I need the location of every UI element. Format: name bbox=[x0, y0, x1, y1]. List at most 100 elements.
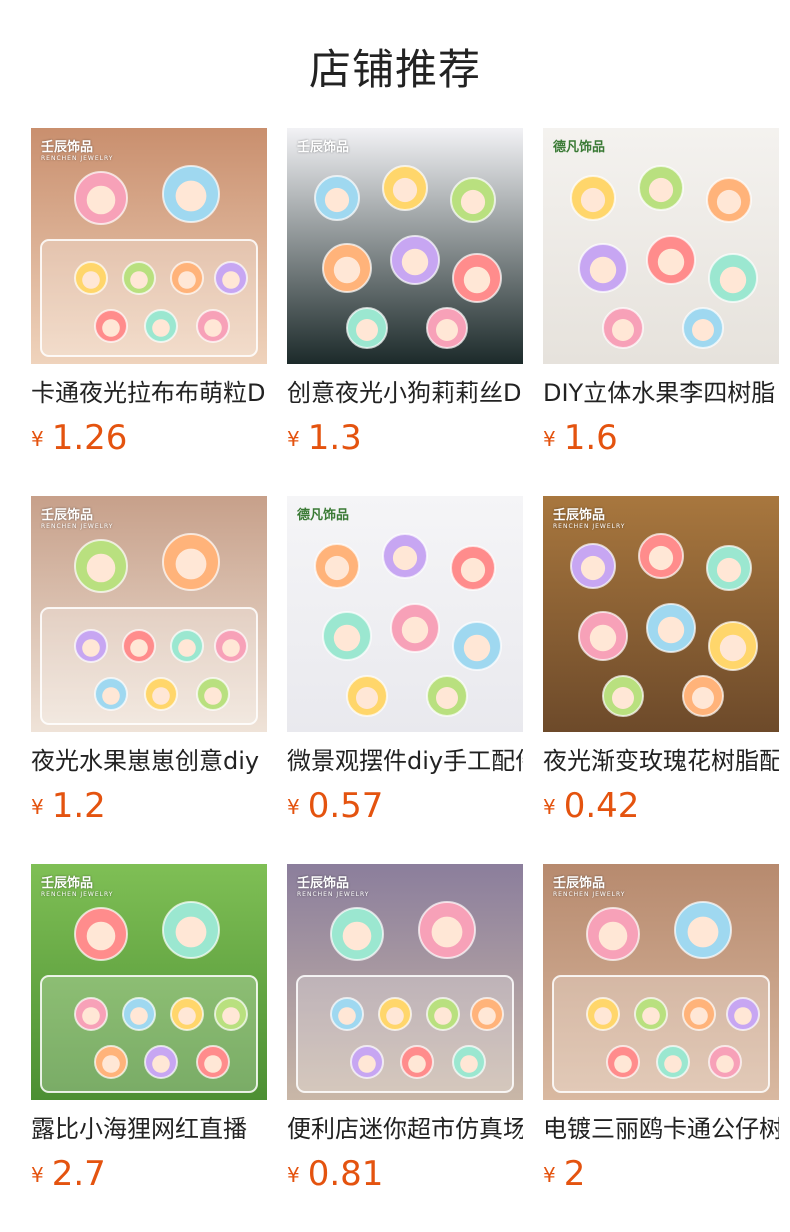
figurine-face bbox=[460, 1055, 478, 1073]
product-image[interactable]: 壬辰饰品 RENCHEN JEWELRY bbox=[31, 864, 267, 1100]
figurine-face bbox=[204, 319, 222, 337]
figurine-face bbox=[436, 319, 458, 341]
brand-watermark: 壬辰饰品 RENCHEN JEWELRY bbox=[41, 876, 114, 898]
figurine-face bbox=[463, 266, 491, 294]
brand-subtitle: RENCHEN JEWELRY bbox=[553, 891, 626, 898]
figurine-face bbox=[614, 1055, 632, 1073]
figurine-face bbox=[324, 187, 350, 213]
price-amount: 0.81 bbox=[307, 1154, 384, 1194]
brand-subtitle: RENCHEN JEWELRY bbox=[41, 155, 114, 162]
product-photo bbox=[543, 496, 779, 732]
photo-inset-frame bbox=[552, 975, 770, 1093]
product-card[interactable]: 壬辰饰品 RENCHEN JEWELRY 露比小海狸网红直播 ¥2.7 bbox=[31, 864, 267, 1194]
figurine-face bbox=[642, 1007, 660, 1025]
figurine-face bbox=[690, 1007, 708, 1025]
figurine-face bbox=[431, 916, 463, 948]
price-amount: 2 bbox=[563, 1154, 586, 1194]
figurine-face bbox=[692, 687, 714, 709]
figurine-face bbox=[692, 319, 714, 341]
product-image[interactable]: 德凡饰品 bbox=[287, 496, 523, 732]
product-photo bbox=[31, 864, 267, 1100]
price-amount: 1.26 bbox=[51, 418, 128, 458]
price-amount: 1.3 bbox=[307, 418, 362, 458]
figurine-face bbox=[130, 1007, 148, 1025]
currency-symbol: ¥ bbox=[287, 427, 300, 451]
figurine-face bbox=[175, 180, 207, 212]
currency-symbol: ¥ bbox=[31, 1163, 44, 1187]
currency-symbol: ¥ bbox=[287, 1163, 300, 1187]
product-image[interactable]: 壬辰饰品 RENCHEN JEWELRY bbox=[287, 864, 523, 1100]
brand-watermark: 壬辰饰品 RENCHEN JEWELRY bbox=[553, 876, 626, 898]
currency-symbol: ¥ bbox=[31, 795, 44, 819]
figurine-face bbox=[342, 921, 372, 951]
figurine-face bbox=[594, 1007, 612, 1025]
page-title: 店铺推荐 bbox=[308, 45, 481, 94]
figurine-face bbox=[130, 271, 148, 289]
product-card[interactable]: 壬辰饰品 创意夜光小狗莉莉丝DIY ¥1.3 bbox=[287, 128, 523, 458]
figurine-face bbox=[178, 639, 196, 657]
currency-symbol: ¥ bbox=[31, 427, 44, 451]
figurine-face bbox=[589, 624, 617, 652]
product-image[interactable]: 壬辰饰品 RENCHEN JEWELRY bbox=[31, 128, 267, 364]
figurine-face bbox=[716, 189, 742, 215]
brand-watermark: 德凡饰品 bbox=[297, 508, 350, 523]
product-name[interactable]: 创意夜光小狗莉莉丝DIY bbox=[287, 376, 523, 410]
product-image[interactable]: 壬辰饰品 RENCHEN JEWELRY bbox=[543, 496, 779, 732]
product-card[interactable]: 壬辰饰品RENCHEN JEWELRY 夜光渐变玫瑰花树脂配件 ¥0.42 bbox=[543, 496, 779, 826]
figurine-face bbox=[82, 1007, 100, 1025]
product-card[interactable]: 壬辰饰品RENCHEN JEWELRY 便利店迷你超市仿真场景 ¥0.81 bbox=[287, 864, 523, 1194]
product-card[interactable]: 壬辰饰品 RENCHEN JEWELRY 夜光水果崽崽创意diy ¥1.2 bbox=[31, 496, 267, 826]
photo-inset-frame bbox=[40, 975, 258, 1093]
figurine-face bbox=[589, 256, 617, 284]
product-name[interactable]: 卡通夜光拉布布萌粒DIY bbox=[31, 376, 267, 410]
product-price: ¥0.57 bbox=[287, 786, 523, 826]
product-card[interactable]: 德凡饰品 DIY立体水果李四树脂 ¥1.6 bbox=[543, 128, 779, 458]
product-image[interactable]: 壬辰饰品 RENCHEN JEWELRY bbox=[31, 496, 267, 732]
product-name[interactable]: DIY立体水果李四树脂 bbox=[543, 376, 779, 410]
figurine-face bbox=[401, 248, 429, 276]
product-card[interactable]: 壬辰饰品RENCHEN JEWELRY 电镀三丽鸥卡通公仔树脂 ¥2 bbox=[543, 864, 779, 1194]
figurine-face bbox=[178, 1007, 196, 1025]
figurine-face bbox=[82, 639, 100, 657]
product-name[interactable]: 便利店迷你超市仿真场景 bbox=[287, 1112, 523, 1146]
product-name[interactable]: 露比小海狸网红直播 bbox=[31, 1112, 267, 1146]
brand-subtitle: RENCHEN JEWELRY bbox=[553, 523, 626, 530]
brand-watermark: 壬辰饰品 RENCHEN JEWELRY bbox=[297, 876, 370, 898]
figurine-face bbox=[719, 634, 747, 662]
figurine-face bbox=[657, 616, 685, 644]
figurine-face bbox=[463, 634, 491, 662]
product-price: ¥2 bbox=[543, 1154, 779, 1194]
product-image[interactable]: 壬辰饰品 bbox=[287, 128, 523, 364]
figurine-face bbox=[612, 319, 634, 341]
figurine-face bbox=[356, 687, 378, 709]
product-image[interactable]: 壬辰饰品 RENCHEN JEWELRY bbox=[543, 864, 779, 1100]
currency-symbol: ¥ bbox=[543, 795, 556, 819]
product-photo bbox=[543, 128, 779, 364]
figurine-face bbox=[130, 639, 148, 657]
figurine-face bbox=[392, 545, 418, 571]
figurine-face bbox=[358, 1055, 376, 1073]
figurine-face bbox=[86, 553, 116, 583]
brand-watermark: 德凡饰品 bbox=[553, 140, 606, 155]
product-name[interactable]: 电镀三丽鸥卡通公仔树脂 bbox=[543, 1112, 779, 1146]
product-image[interactable]: 德凡饰品 bbox=[543, 128, 779, 364]
figurine-face bbox=[648, 177, 674, 203]
figurine-face bbox=[612, 687, 634, 709]
figurine-face bbox=[356, 319, 378, 341]
brand-subtitle: RENCHEN JEWELRY bbox=[297, 891, 370, 898]
figurine-face bbox=[152, 687, 170, 705]
figurine-face bbox=[392, 177, 418, 203]
figurine-face bbox=[434, 1007, 452, 1025]
figurine-face bbox=[86, 185, 116, 215]
product-name[interactable]: 夜光渐变玫瑰花树脂配件 bbox=[543, 744, 779, 778]
figurine-face bbox=[580, 187, 606, 213]
figurine-face bbox=[152, 1055, 170, 1073]
product-name[interactable]: 微景观摆件diy手工配件 bbox=[287, 744, 523, 778]
figurine-face bbox=[333, 624, 361, 652]
product-card[interactable]: 壬辰饰品 RENCHEN JEWELRY 卡通夜光拉布布萌粒DIY ¥1.26 bbox=[31, 128, 267, 458]
brand-subtitle: RENCHEN JEWELRY bbox=[41, 891, 114, 898]
figurine-face bbox=[716, 557, 742, 583]
product-card[interactable]: 德凡饰品 微景观摆件diy手工配件 ¥0.57 bbox=[287, 496, 523, 826]
figurine-face bbox=[324, 555, 350, 581]
product-name[interactable]: 夜光水果崽崽创意diy bbox=[31, 744, 267, 778]
